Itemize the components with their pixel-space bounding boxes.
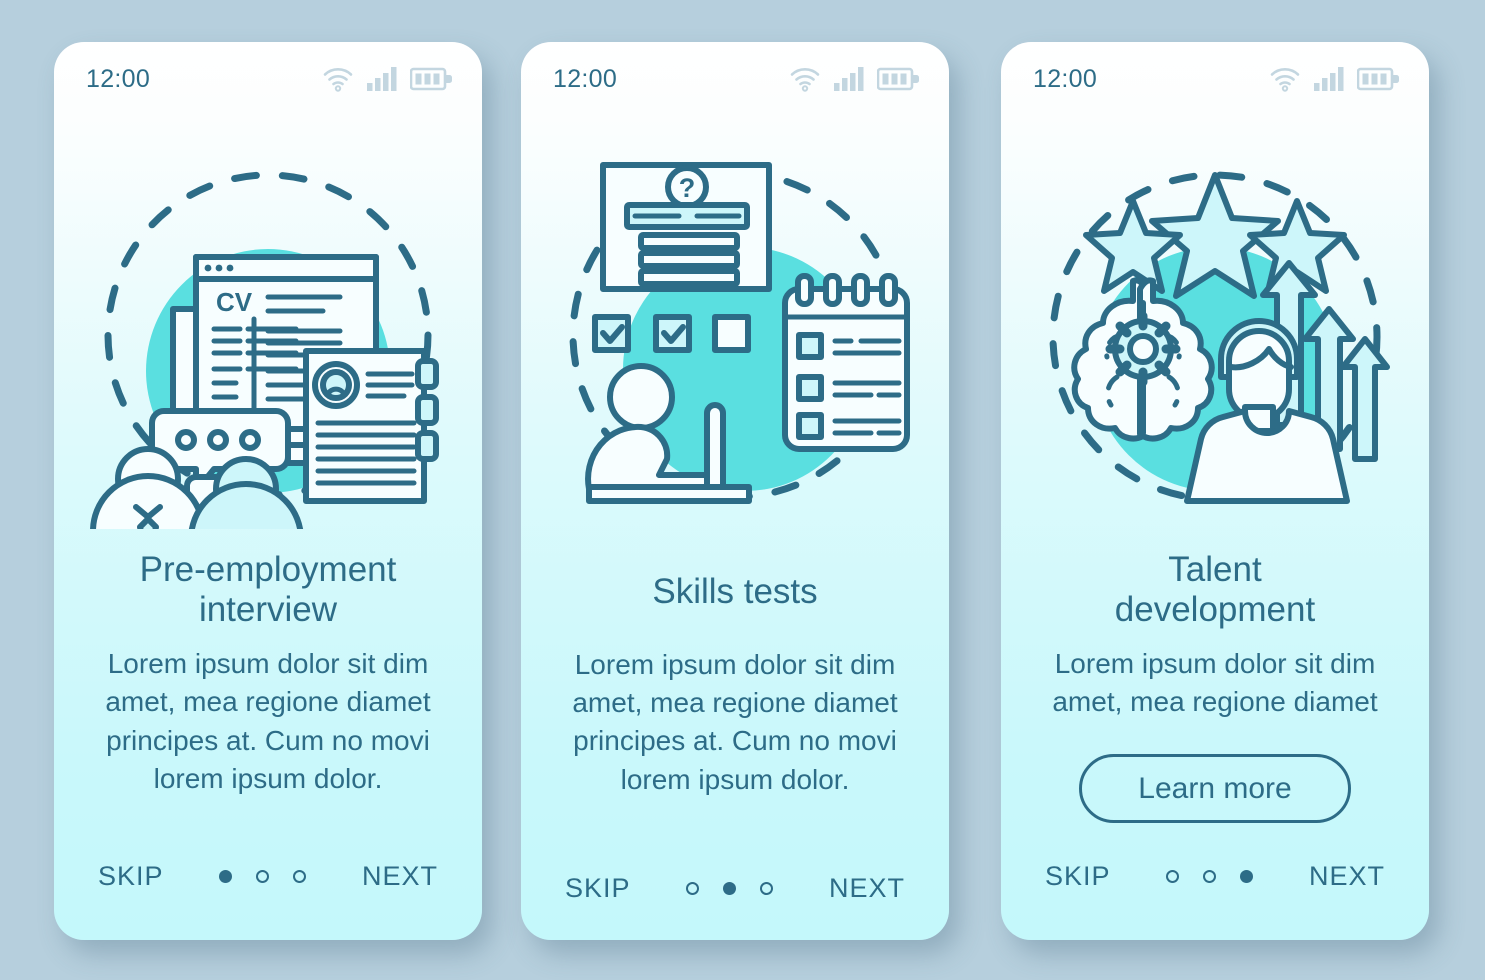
talent-development-illustration: .l3{fill:none;stroke:#2d6c87;stroke-widt… [1001, 134, 1429, 534]
status-time: 12:00 [1033, 64, 1098, 93]
text-block: Pre-employment interview Lorem ipsum dolo… [54, 550, 482, 799]
pagination-dot-2[interactable] [1203, 869, 1217, 883]
onboarding-screen-skills-tests: 12:00 ? Skills tests Lorem ipsum dolor s… [521, 42, 949, 940]
slide-body: Lorem ipsum dolor sit dim amet, mea regi… [105, 648, 431, 795]
status-time: 12:00 [86, 64, 151, 93]
status-icons [789, 66, 919, 92]
status-bar: 12:00 [1001, 42, 1429, 116]
battery-icon [1357, 67, 1399, 91]
pagination-dot-1[interactable] [686, 881, 700, 895]
navigation-row: SKIP NEXT [1001, 856, 1429, 896]
battery-icon [877, 67, 919, 91]
wifi-icon [1269, 66, 1301, 92]
svg-text:CV: CV [216, 287, 253, 317]
navigation-row: SKIP NEXT [54, 856, 482, 896]
navigation-row: SKIP NEXT [521, 868, 949, 908]
onboarding-screen-talent-development: 12:00 Talent development Lorem ipsum dol… [1001, 42, 1429, 940]
slide-title: Pre-employment interview [139, 550, 397, 629]
wifi-icon [322, 66, 354, 92]
status-icons [1269, 66, 1399, 92]
slide-title: Skills tests [652, 572, 818, 611]
status-icons [322, 66, 452, 92]
next-button[interactable]: NEXT [362, 861, 438, 892]
pagination-dot-3[interactable] [760, 881, 774, 895]
interview-illustration: .ln{fill:none;stroke:#2d6c87;stroke-widt… [54, 134, 482, 534]
slide-title: Talent development [1114, 550, 1316, 629]
skip-button[interactable]: SKIP [565, 873, 631, 904]
pagination-dot-2[interactable] [256, 869, 270, 883]
onboarding-screens: 12:00 CV Pre-employment interview Lorem … [0, 0, 1485, 980]
signal-icon [833, 66, 865, 92]
next-button[interactable]: NEXT [829, 873, 905, 904]
status-bar: 12:00 [54, 42, 482, 116]
status-bar: 12:00 [521, 42, 949, 116]
skip-button[interactable]: SKIP [1045, 861, 1111, 892]
skills-test-illustration: .l2{fill:none;stroke:#2d6c87;stroke-widt… [521, 134, 949, 534]
pagination-dots [219, 869, 307, 883]
text-block: Talent development Lorem ipsum dolor sit … [1001, 550, 1429, 823]
skip-button[interactable]: SKIP [98, 861, 164, 892]
pagination-dots [686, 881, 774, 895]
onboarding-screen-pre-employment-interview: 12:00 CV Pre-employment interview Lorem … [54, 42, 482, 940]
pagination-dot-1[interactable] [219, 869, 233, 883]
wifi-icon [789, 66, 821, 92]
text-block: Skills tests Lorem ipsum dolor sit dim a… [521, 572, 949, 799]
learn-more-button[interactable]: Learn more [1079, 753, 1351, 823]
signal-icon [1313, 66, 1345, 92]
pagination-dot-1[interactable] [1166, 869, 1180, 883]
svg-text:?: ? [679, 173, 696, 203]
pagination-dots [1166, 869, 1254, 883]
signal-icon [366, 66, 398, 92]
status-time: 12:00 [553, 64, 618, 93]
battery-icon [410, 67, 452, 91]
next-button[interactable]: NEXT [1309, 861, 1385, 892]
pagination-dot-3[interactable] [1240, 869, 1254, 883]
pagination-dot-2[interactable] [723, 881, 737, 895]
slide-body: Lorem ipsum dolor sit dim amet, mea regi… [572, 648, 898, 795]
slide-body: Lorem ipsum dolor sit dim amet, mea regi… [1052, 648, 1378, 718]
pagination-dot-3[interactable] [293, 869, 307, 883]
